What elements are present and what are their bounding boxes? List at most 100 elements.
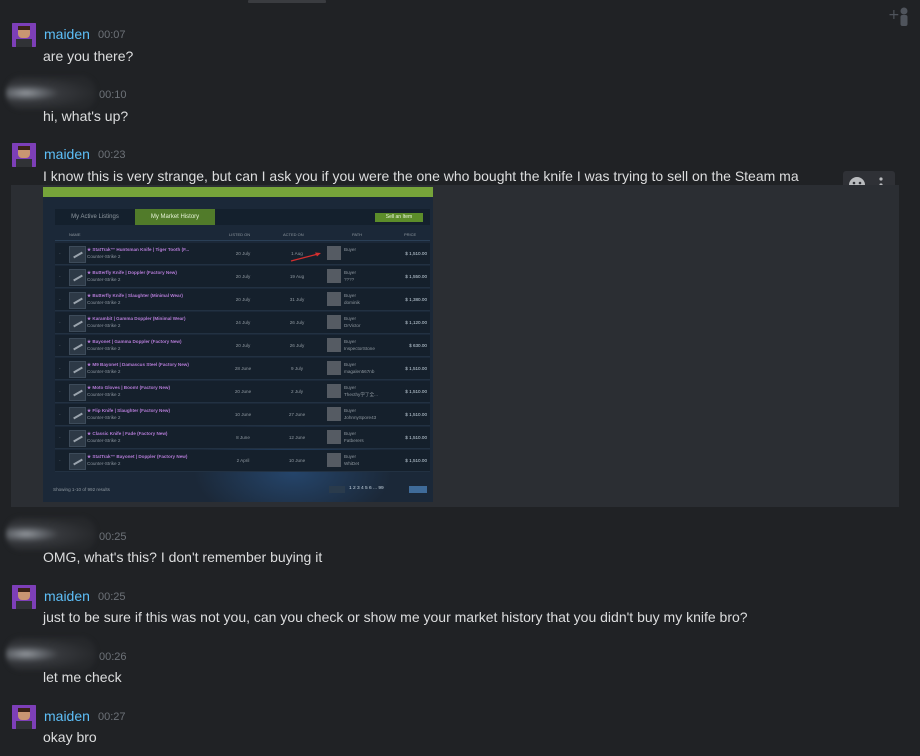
buyer-label: Buyer: [344, 431, 357, 436]
listed-on: 10 June: [234, 412, 252, 417]
row-expand[interactable]: -: [59, 297, 61, 302]
table-row[interactable]: - ★ Butterfly Knife | Doppler (Factory Ne…: [55, 266, 430, 288]
table-row[interactable]: - ★ Moto Gloves | Boom! (Factory New) Coun…: [55, 381, 430, 403]
row-expand[interactable]: -: [59, 458, 61, 463]
header-bar: [43, 187, 433, 197]
table-row[interactable]: - ★ M9 Bayonet | Damascus Steel (Factory …: [55, 358, 430, 380]
buyer-label: Buyer: [344, 362, 357, 367]
table-row[interactable]: - ★ Flip Knife | Slaughter (Factory New) C…: [55, 404, 430, 426]
col-acted: ACTED ON: [283, 232, 304, 237]
item-name[interactable]: ★ M9 Bayonet | Damascus Steel (Factory N…: [87, 362, 189, 368]
buyer-avatar[interactable]: [327, 384, 341, 398]
listed-on: 20 July: [235, 274, 251, 279]
item-name[interactable]: ★ Flip Knife | Slaughter (Factory New): [87, 408, 170, 414]
author-name[interactable]: maiden: [44, 26, 90, 42]
buyer-name[interactable]: Fatberers: [344, 438, 364, 443]
acted-on: 19 Aug: [289, 274, 305, 279]
item-game: Counter-Strike 2: [87, 392, 121, 397]
author-name[interactable]: maiden: [44, 146, 90, 162]
item-thumbnail: [69, 292, 86, 309]
item-game: Counter-Strike 2: [87, 323, 121, 328]
buyer-name[interactable]: InspectorStone: [344, 346, 375, 351]
listed-on: 24 July: [235, 320, 251, 325]
buyer-avatar[interactable]: [327, 269, 341, 283]
table-row[interactable]: - ★ Karambit | Gamma Doppler (Minimal Wea…: [55, 312, 430, 334]
tab-market-history[interactable]: My Market History: [135, 209, 215, 225]
acted-on: 2 July: [290, 389, 303, 394]
buyer-avatar[interactable]: [327, 246, 341, 260]
tab-active-listings[interactable]: My Active Listings: [55, 209, 135, 225]
listed-on: 20 July: [235, 343, 251, 348]
buyer-label: Buyer: [344, 385, 357, 390]
item-price: $ 1,510.00: [405, 435, 427, 440]
buyer-avatar[interactable]: [327, 338, 341, 352]
buyer-avatar[interactable]: [327, 453, 341, 467]
avatar[interactable]: [6, 637, 96, 671]
avatar[interactable]: [12, 585, 36, 609]
add-friend-icon[interactable]: +: [888, 4, 914, 30]
item-game: Counter-Strike 2: [87, 346, 121, 351]
row-expand[interactable]: -: [59, 320, 61, 325]
acted-on: 31 July: [289, 297, 305, 302]
table-row[interactable]: - ★ Classic Knife | Fade (Factory New) Cou…: [55, 427, 430, 449]
author-name[interactable]: maiden: [44, 588, 90, 604]
row-expand[interactable]: -: [59, 389, 61, 394]
item-name[interactable]: ★ StatTrak™ Huntsman Knife | Tiger Tooth…: [87, 247, 189, 253]
item-thumbnail: [69, 246, 86, 263]
item-game: Counter-Strike 2: [87, 277, 121, 282]
table-row[interactable]: - ★ Bayonet | Gamma Doppler (Factory New)…: [55, 335, 430, 357]
sell-item-button[interactable]: Sell an Item: [375, 213, 423, 222]
buyer-name[interactable]: JohnnySpore43: [344, 415, 376, 420]
buyer-name[interactable]: ????: [344, 277, 354, 282]
item-name[interactable]: ★ Butterfly Knife | Doppler (Factory New…: [87, 270, 177, 276]
buyer-name[interactable]: dominik: [344, 300, 360, 305]
acted-on: 12 June: [288, 435, 306, 440]
item-name[interactable]: ★ Classic Knife | Fade (Factory New): [87, 431, 167, 437]
page-numbers[interactable]: 1 2 3 4 5 6 ... 99: [349, 486, 384, 491]
buyer-avatar[interactable]: [327, 430, 341, 444]
item-name[interactable]: ★ Moto Gloves | Boom! (Factory New): [87, 385, 170, 391]
buyer-avatar[interactable]: [327, 292, 341, 306]
table-row[interactable]: - ★ StatTrak™ Huntsman Knife | Tiger Toot…: [55, 243, 430, 265]
buyer-name[interactable]: Thecthy学了全...: [344, 392, 378, 398]
row-expand[interactable]: -: [59, 274, 61, 279]
prev-page-button[interactable]: [329, 486, 345, 493]
avatar[interactable]: [12, 143, 36, 167]
results-count: Showing 1-10 of 992 results: [53, 487, 110, 492]
listed-on: 2 April: [236, 458, 250, 463]
buyer-name[interactable]: WhiDet: [344, 461, 359, 466]
message-time: 00:27: [98, 711, 126, 723]
buyer-name[interactable]: DrVictor: [344, 323, 361, 328]
table-row[interactable]: - ★ StatTrak™ Bayonet | Doppler (Factory …: [55, 450, 430, 472]
message-time: 00:10: [99, 89, 127, 101]
item-name[interactable]: ★ StatTrak™ Bayonet | Doppler (Factory N…: [87, 454, 187, 460]
row-expand[interactable]: -: [59, 343, 61, 348]
table-row[interactable]: - ★ Butterfly Knife | Slaughter (Minimal …: [55, 289, 430, 311]
row-expand[interactable]: -: [59, 412, 61, 417]
row-expand[interactable]: -: [59, 251, 61, 256]
item-thumbnail: [69, 315, 86, 332]
item-thumbnail: [69, 338, 86, 355]
col-path: PATH: [352, 232, 363, 237]
avatar[interactable]: [6, 76, 96, 110]
row-expand[interactable]: -: [59, 366, 61, 371]
item-name[interactable]: ★ Bayonet | Gamma Doppler (Factory New): [87, 339, 182, 345]
buyer-name[interactable]: magalen567nb: [344, 369, 374, 374]
next-page-button[interactable]: [409, 486, 427, 493]
avatar[interactable]: [12, 705, 36, 729]
acted-on: 27 June: [288, 412, 306, 417]
image-attachment[interactable]: My Active Listings My Market History Sel…: [11, 185, 899, 507]
item-game: Counter-Strike 2: [87, 300, 121, 305]
avatar[interactable]: [12, 23, 36, 47]
buyer-avatar[interactable]: [327, 407, 341, 421]
row-expand[interactable]: -: [59, 435, 61, 440]
item-name[interactable]: ★ Karambit | Gamma Doppler (Minimal Wear…: [87, 316, 186, 322]
item-price: $ 1,380.00: [405, 297, 427, 302]
buyer-avatar[interactable]: [327, 361, 341, 375]
item-price: $ 1,510.00: [405, 366, 427, 371]
author-name[interactable]: maiden: [44, 708, 90, 724]
buyer-avatar[interactable]: [327, 315, 341, 329]
item-name[interactable]: ★ Butterfly Knife | Slaughter (Minimal W…: [87, 293, 183, 299]
avatar[interactable]: [6, 517, 96, 551]
item-price: $ 1,510.00: [405, 389, 427, 394]
